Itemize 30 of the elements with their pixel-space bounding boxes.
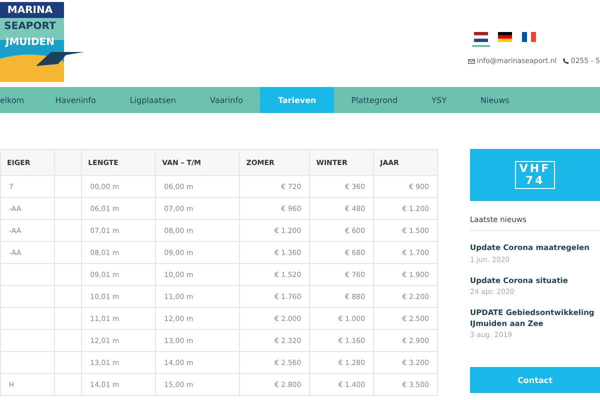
phone-icon xyxy=(562,58,569,64)
nav-tab[interactable]: YSY xyxy=(414,87,464,113)
table-cell xyxy=(54,330,82,352)
table-cell xyxy=(54,176,82,198)
nav-tab[interactable]: Plattegrond xyxy=(334,87,415,113)
table-cell xyxy=(0,352,54,374)
table-cell xyxy=(0,286,54,308)
table-cell xyxy=(54,286,82,308)
envelope-icon xyxy=(468,58,475,64)
table-cell xyxy=(54,308,82,330)
nav-tab[interactable]: Ligplaatsen xyxy=(112,87,194,113)
nav-tab[interactable]: Vaarinfo xyxy=(193,87,260,113)
table-cell xyxy=(54,264,82,286)
flag-icon xyxy=(498,32,512,42)
table-cell xyxy=(0,308,54,330)
table-cell xyxy=(54,220,82,242)
table-cell xyxy=(54,242,82,264)
table-cell xyxy=(54,374,82,396)
nav-tab[interactable]: Haveninfo xyxy=(38,87,113,113)
flag-icon xyxy=(474,32,488,42)
table-cell xyxy=(54,352,82,374)
language-button[interactable] xyxy=(472,30,490,47)
table-cell xyxy=(0,264,54,286)
column-header xyxy=(54,150,82,176)
table-cell xyxy=(54,198,82,220)
flag-icon xyxy=(522,32,536,42)
table-cell xyxy=(0,330,54,352)
vhf-banner: VHF 74 xyxy=(470,149,600,201)
nav-tab[interactable]: Nieuws xyxy=(464,87,526,113)
nav-tab[interactable]: elkom xyxy=(0,87,38,113)
